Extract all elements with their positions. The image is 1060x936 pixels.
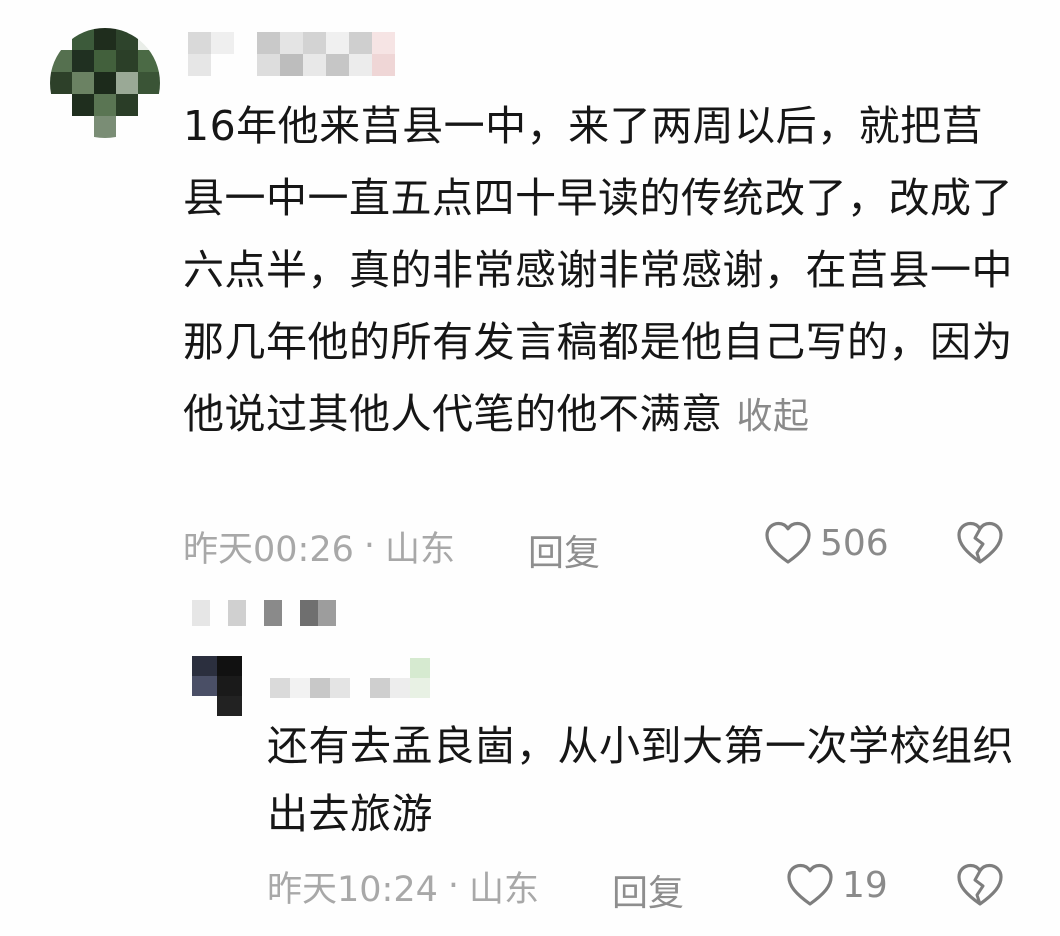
comment-dislike-button[interactable]	[956, 520, 1004, 570]
comment-thread: 16年他来莒县一中，来了两周以后，就把莒县一中一直五点四十早读的传统改了，改成了…	[0, 0, 1060, 936]
comment-reply-button[interactable]: 回复	[528, 524, 600, 576]
collapse-link[interactable]: 收起	[737, 396, 810, 437]
comment-text-content: 16年他来莒县一中，来了两周以后，就把莒县一中一直五点四十早读的传统改了，改成了…	[183, 102, 1013, 438]
reply-like-button[interactable]: 19	[786, 862, 888, 908]
comment-like-button[interactable]: 506	[764, 520, 889, 566]
reply-avatar[interactable]	[192, 656, 242, 716]
reply-timestamp: 昨天10:24	[267, 869, 438, 910]
comment-timestamp: 昨天00:26	[183, 529, 354, 570]
commenter-username[interactable]	[188, 32, 418, 76]
reply-username[interactable]	[270, 658, 450, 698]
commenter-avatar[interactable]	[50, 28, 160, 138]
reply-location: 山东	[469, 869, 540, 910]
reply-dislike-button[interactable]	[956, 862, 1004, 912]
broken-heart-outline-icon	[957, 863, 1003, 906]
comment-meta: 昨天00:26 · 山东	[183, 518, 455, 574]
reply-thread-header[interactable]	[192, 600, 336, 626]
meta-separator: ·	[363, 526, 376, 566]
comment-text: 16年他来莒县一中，来了两周以后，就把莒县一中一直五点四十早读的传统改了，改成了…	[183, 90, 1023, 453]
broken-heart-outline-icon	[957, 521, 1003, 564]
meta-separator: ·	[447, 866, 460, 906]
comment-location: 山东	[385, 529, 456, 570]
reply-text: 还有去孟良崮，从小到大第一次学校组织出去旅游	[267, 722, 1014, 838]
reply-reply-button[interactable]: 回复	[612, 864, 684, 916]
heart-outline-icon	[765, 521, 811, 564]
reply-like-count: 19	[842, 864, 888, 906]
comment-like-count: 506	[820, 522, 889, 564]
reply-meta: 昨天10:24 · 山东	[267, 858, 539, 914]
heart-outline-icon	[787, 863, 833, 906]
